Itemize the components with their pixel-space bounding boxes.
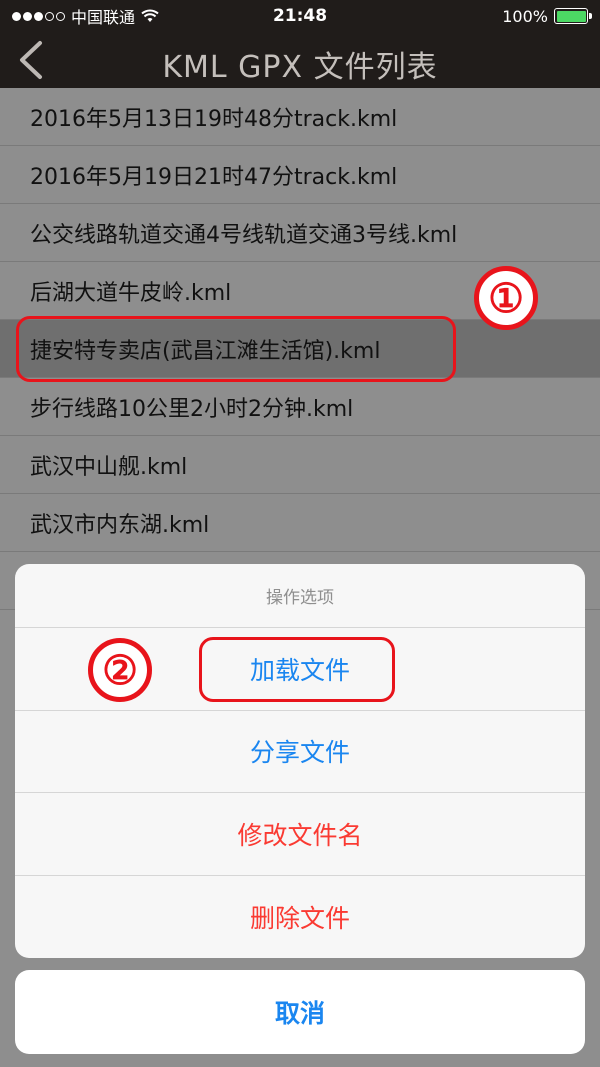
step-one-badge: ① [474, 266, 538, 330]
signal-strength-icon [12, 11, 65, 21]
highlight-selected-file [16, 316, 456, 382]
cancel-button[interactable]: 取消 [15, 970, 585, 1054]
wifi-icon [141, 9, 159, 22]
share-file-button[interactable]: 分享文件 [15, 711, 585, 793]
battery-percent: 100% [502, 6, 548, 26]
rename-file-button[interactable]: 修改文件名 [15, 793, 585, 876]
status-left: 中国联通 [12, 4, 502, 28]
file-item[interactable]: 步行线路10公里2小时2分钟.kml [0, 378, 600, 436]
file-item[interactable]: 2016年5月19日21时47分track.kml [0, 146, 600, 204]
carrier-name: 中国联通 [71, 8, 136, 27]
file-item[interactable]: 公交线路轨道交通4号线轨道交通3号线.kml [0, 204, 600, 262]
page-title: KML GPX 文件列表 [162, 50, 438, 85]
file-item[interactable]: 2016年5月13日19时48分track.kml [0, 88, 600, 146]
file-item[interactable]: 武汉中山舰.kml [0, 436, 600, 494]
step-two-badge: ② [88, 638, 152, 702]
action-sheet-title: 操作选项 [15, 564, 585, 628]
action-sheet: 操作选项 加载文件 分享文件 修改文件名 删除文件 [15, 564, 585, 958]
navigation-bar: KML GPX 文件列表 [0, 32, 600, 88]
highlight-load-button [199, 637, 395, 702]
status-right: 100% [502, 6, 592, 26]
battery-icon [554, 8, 592, 24]
delete-file-button[interactable]: 删除文件 [15, 876, 585, 959]
file-item[interactable]: 武汉市内东湖.kml [0, 494, 600, 552]
status-bar: 中国联通 21:48 100% [0, 0, 600, 32]
